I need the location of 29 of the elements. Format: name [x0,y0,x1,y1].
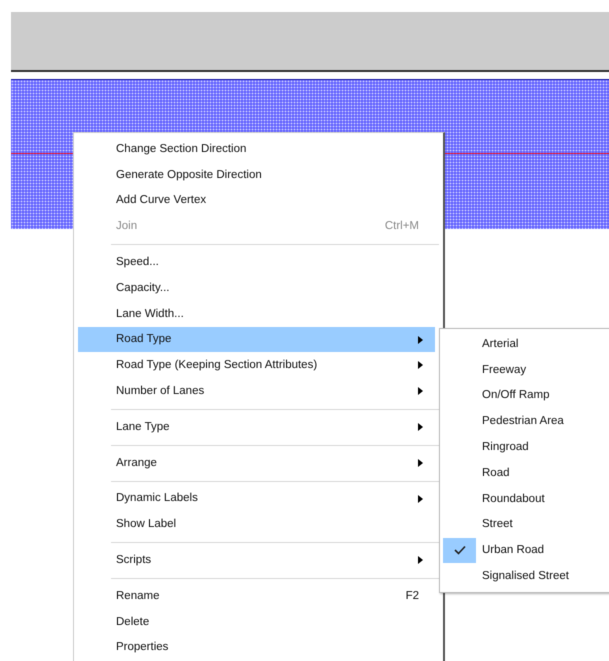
menu-item[interactable]: Add Curve Vertex [78,188,435,214]
menu-item[interactable]: Road [440,460,609,486]
menu-item[interactable]: Pedestrian Area [440,408,609,434]
menu-item[interactable]: Freeway [440,356,609,383]
menu-item[interactable]: Roundabout [440,486,609,512]
shortcut-label: F2 [406,590,419,602]
menu-item[interactable]: Scripts [78,547,435,573]
menu-item[interactable]: Properties [78,634,435,660]
menu-item[interactable]: Rename F2 [78,582,435,609]
menu-item[interactable]: Ringroad [440,434,609,460]
menu-item[interactable]: Road Type (Keeping Section Attributes) [78,352,435,378]
menu-item[interactable]: Street [440,512,609,538]
menu-item[interactable]: Lane Type [78,414,435,440]
menu-item[interactable]: Urban Road [440,537,609,564]
menu-item[interactable]: Capacity... [78,274,435,301]
shortcut-label: Ctrl+M [384,220,419,232]
menu-item[interactable]: Show Label [78,511,435,538]
menu-item[interactable]: Generate Opposite Direction [78,162,435,188]
menu-item[interactable]: Arrange [78,450,435,476]
menu-item[interactable]: Road Type [78,326,435,352]
menu-item[interactable]: Dynamic Labels [78,486,435,512]
menu-item[interactable]: On/Off Ramp [440,382,609,408]
menu-item[interactable]: Signalised Street [440,563,609,589]
menu-item[interactable]: Change Section Direction [78,136,435,162]
menu-item[interactable]: Speed... [78,249,435,275]
menu-item[interactable]: Number of Lanes [78,378,435,404]
menu-item[interactable]: Lane Width... [78,300,435,327]
menu-item[interactable]: Arterial [440,331,609,357]
menu-item[interactable]: Delete [78,608,435,635]
